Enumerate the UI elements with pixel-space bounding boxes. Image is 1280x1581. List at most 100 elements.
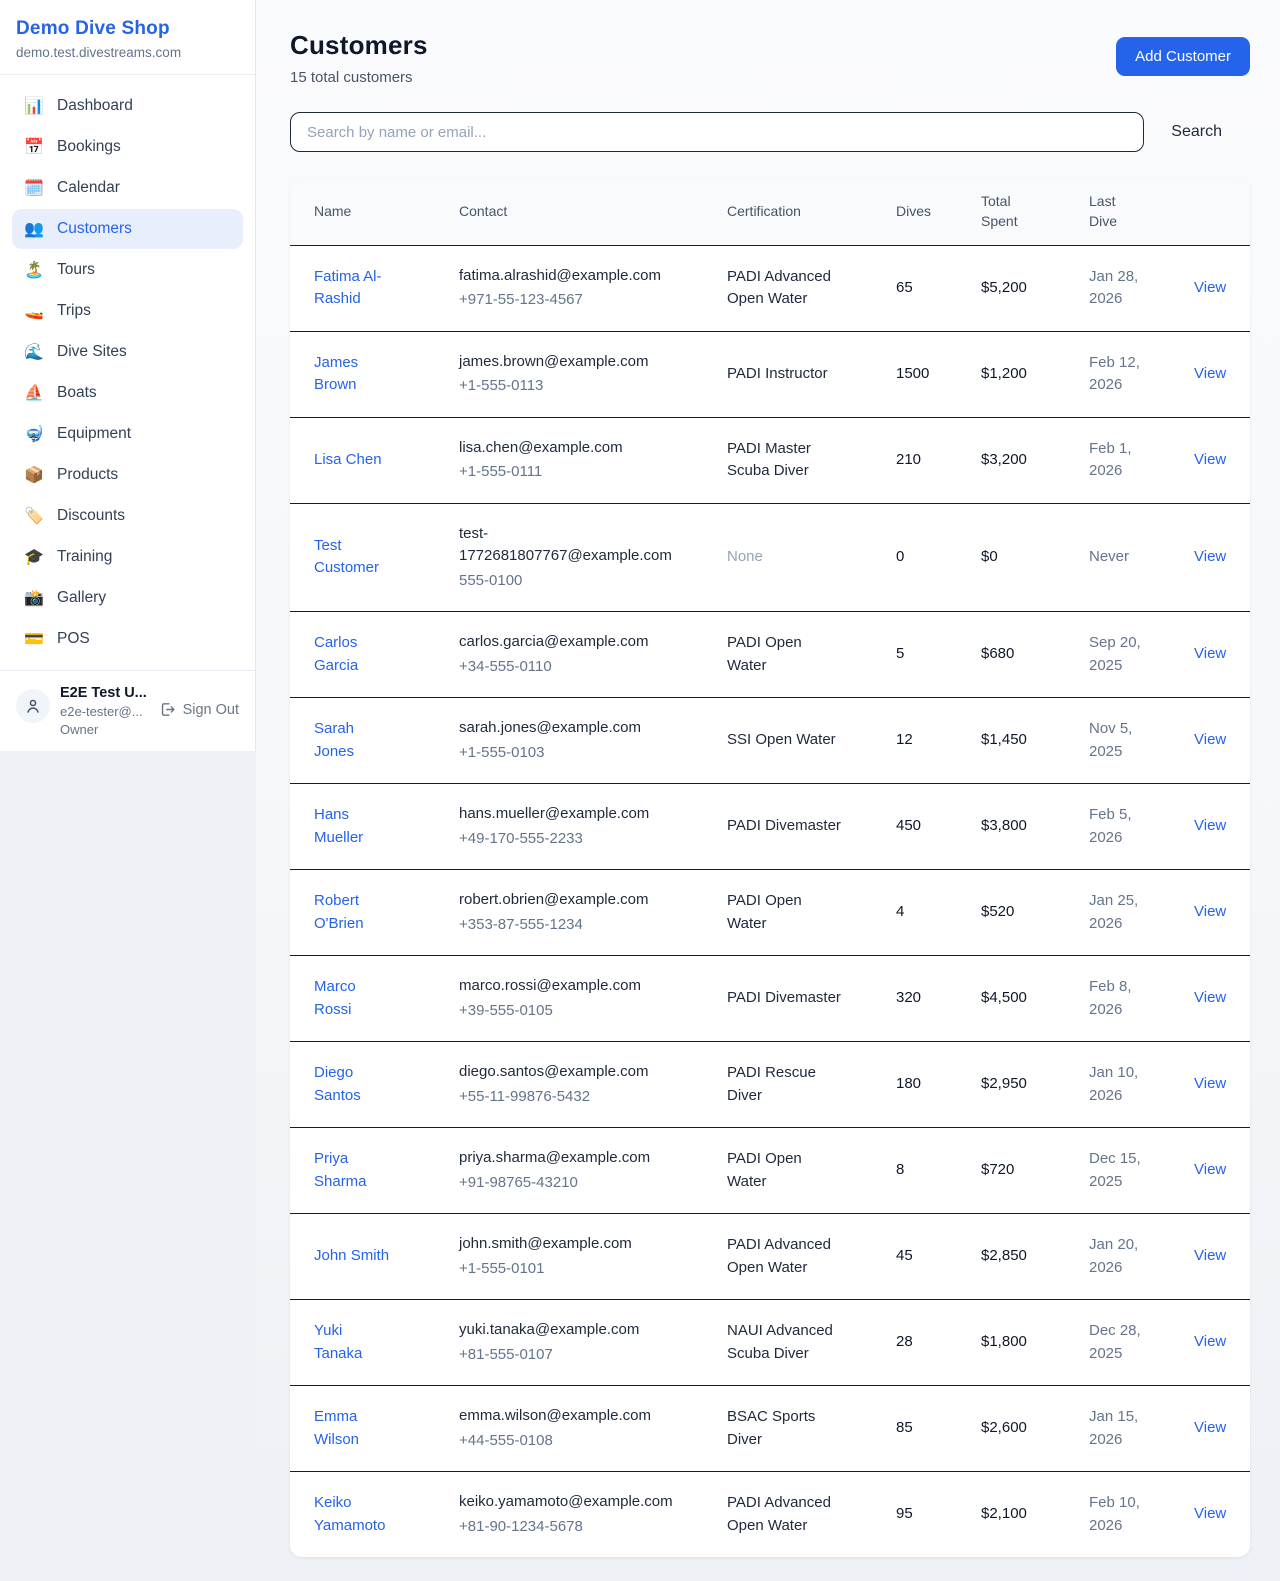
view-customer-link[interactable]: View [1194,548,1226,565]
table-row: Hans Mueller hans.mueller@example.com +4… [290,784,1250,870]
sidebar-item-label: POS [57,630,90,648]
customer-name-link[interactable]: Robert O'Brien [314,892,364,932]
bookings-icon: 📅 [24,137,44,157]
view-customer-link[interactable]: View [1194,1333,1226,1350]
customer-dives: 5 [872,612,957,698]
sidebar-item-label: Boats [57,384,97,402]
view-customer-link[interactable]: View [1194,365,1226,382]
sidebar-item-label: Tours [57,261,95,279]
customer-dives: 85 [872,1386,957,1472]
user-icon [24,697,42,715]
customer-email: james.brown@example.com [459,351,675,374]
sidebar-item-pos[interactable]: 💳 POS [12,619,243,659]
customer-email: john.smith@example.com [459,1233,675,1256]
customer-certification: None [703,503,872,612]
customer-certification: SSI Open Water [703,698,872,784]
view-customer-link[interactable]: View [1194,1075,1226,1092]
sign-out-button[interactable]: Sign Out [159,701,239,718]
customer-phone: +44-555-0108 [459,1430,675,1453]
shop-domain: demo.test.divestreams.com [16,45,239,60]
page-header: Customers 15 total customers Add Custome… [290,30,1250,86]
add-customer-button[interactable]: Add Customer [1116,37,1250,76]
customer-total-spent: $2,950 [957,1042,1065,1128]
table-row: Fatima Al-Rashid fatima.alrashid@example… [290,245,1250,331]
search-button[interactable]: Search [1171,115,1222,149]
sidebar-item-label: Bookings [57,138,121,156]
sidebar-item-gallery[interactable]: 📸 Gallery [12,578,243,618]
customer-dives: 320 [872,956,957,1042]
view-customer-link[interactable]: View [1194,1161,1226,1178]
view-customer-link[interactable]: View [1194,989,1226,1006]
boats-icon: ⛵ [24,383,44,403]
customer-last-dive: Never [1065,503,1170,612]
customer-name-link[interactable]: Carlos Garcia [314,634,358,674]
customer-phone: +81-555-0107 [459,1344,675,1367]
customer-name-link[interactable]: Fatima Al-Rashid [314,268,382,308]
customer-dives: 4 [872,870,957,956]
customer-name-link[interactable]: Yuki Tanaka [314,1322,362,1362]
search-input[interactable] [290,112,1144,152]
sidebar-item-customers[interactable]: 👥 Customers [12,209,243,249]
customers-table: Name Contact Certification Dives Total S… [290,178,1250,1557]
customer-name-link[interactable]: Hans Mueller [314,806,363,846]
table-row: Robert O'Brien robert.obrien@example.com… [290,870,1250,956]
customer-name-link[interactable]: Lisa Chen [314,451,382,468]
sidebar-item-calendar[interactable]: 🗓️ Calendar [12,168,243,208]
sidebar-item-discounts[interactable]: 🏷️ Discounts [12,496,243,536]
column-header-contact: Contact [435,178,703,245]
sidebar-item-label: Dashboard [57,97,133,115]
view-customer-link[interactable]: View [1194,1419,1226,1436]
sidebar-item-training[interactable]: 🎓 Training [12,537,243,577]
table-row: James Brown james.brown@example.com +1-5… [290,331,1250,417]
customer-name-link[interactable]: Marco Rossi [314,978,356,1018]
sidebar-item-label: Calendar [57,179,120,197]
customer-last-dive: Dec 28, 2025 [1065,1300,1170,1386]
sidebar-item-boats[interactable]: ⛵ Boats [12,373,243,413]
sign-out-label: Sign Out [183,702,239,718]
customer-certification: NAUI Advanced Scuba Diver [703,1300,872,1386]
customer-last-dive: Jan 20, 2026 [1065,1214,1170,1300]
customer-total-spent: $1,800 [957,1300,1065,1386]
customer-email: priya.sharma@example.com [459,1147,675,1170]
sidebar-item-label: Products [57,466,118,484]
sidebar-item-bookings[interactable]: 📅 Bookings [12,127,243,167]
customer-dives: 95 [872,1472,957,1558]
customer-certification: PADI Divemaster [703,784,872,870]
view-customer-link[interactable]: View [1194,279,1226,296]
sidebar-item-products[interactable]: 📦 Products [12,455,243,495]
view-customer-link[interactable]: View [1194,1505,1226,1522]
customer-name-link[interactable]: Keiko Yamamoto [314,1494,385,1534]
customer-phone: +353-87-555-1234 [459,914,675,937]
customer-dives: 0 [872,503,957,612]
sidebar-item-label: Gallery [57,589,106,607]
user-name: E2E Test U... [60,685,149,701]
sidebar-item-tours[interactable]: 🏝️ Tours [12,250,243,290]
customer-email: yuki.tanaka@example.com [459,1319,675,1342]
customer-email: keiko.yamamoto@example.com [459,1491,675,1514]
customer-name-link[interactable]: Priya Sharma [314,1150,367,1190]
customer-certification: PADI Instructor [703,331,872,417]
sidebar-item-trips[interactable]: 🚤 Trips [12,291,243,331]
customer-certification: PADI Open Water [703,1128,872,1214]
customer-total-spent: $1,200 [957,331,1065,417]
customer-name-link[interactable]: Emma Wilson [314,1408,359,1448]
user-block: E2E Test U... e2e-tester@... Owner [60,685,149,737]
customer-last-dive: Jan 15, 2026 [1065,1386,1170,1472]
customer-dives: 210 [872,417,957,503]
view-customer-link[interactable]: View [1194,1247,1226,1264]
view-customer-link[interactable]: View [1194,731,1226,748]
sidebar-item-equipment[interactable]: 🤿 Equipment [12,414,243,454]
sidebar-item-dashboard[interactable]: 📊 Dashboard [12,86,243,126]
customer-name-link[interactable]: Diego Santos [314,1064,361,1104]
view-customer-link[interactable]: View [1194,903,1226,920]
view-customer-link[interactable]: View [1194,817,1226,834]
sidebar-item-dive-sites[interactable]: 🌊 Dive Sites [12,332,243,372]
customer-name-link[interactable]: John Smith [314,1247,389,1264]
customer-name-link[interactable]: Test Customer [314,537,379,577]
view-customer-link[interactable]: View [1194,645,1226,662]
view-customer-link[interactable]: View [1194,451,1226,468]
customer-name-link[interactable]: Sarah Jones [314,720,354,760]
customer-name-link[interactable]: James Brown [314,354,358,394]
customer-count: 15 total customers [290,69,428,86]
column-header-name: Name [290,178,435,245]
